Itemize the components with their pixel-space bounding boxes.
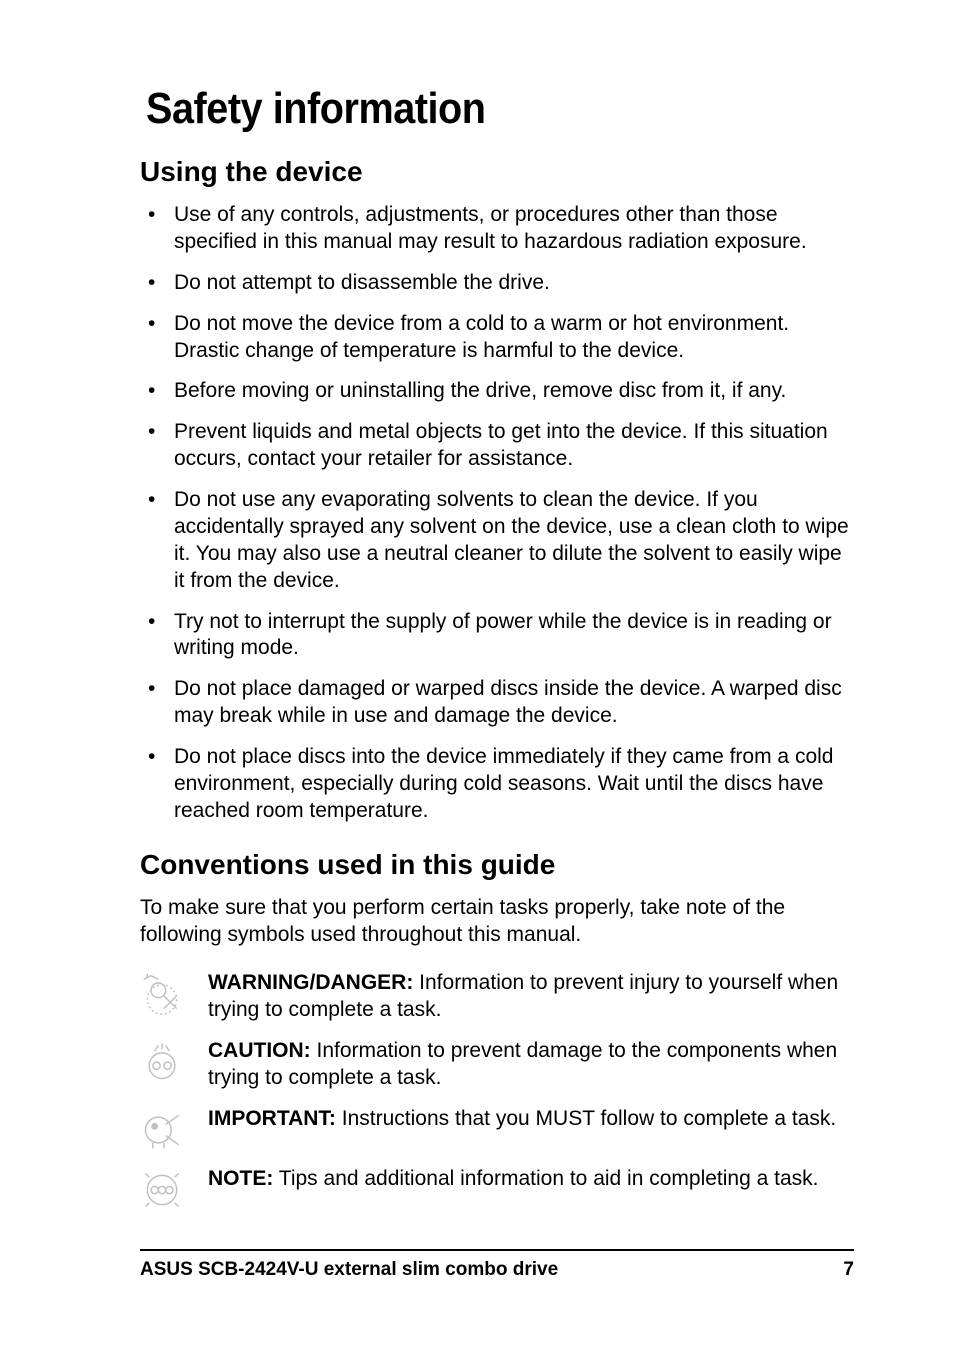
page: Safety information Using the device Use …: [0, 0, 954, 1351]
section-heading-using: Using the device: [140, 156, 854, 188]
footer-rule: [140, 1249, 854, 1251]
legend-text: WARNING/DANGER: Information to prevent i…: [198, 970, 854, 1024]
important-icon: [140, 1106, 198, 1152]
caution-icon: [140, 1038, 198, 1084]
bullet-list-using: Use of any controls, adjustments, or pro…: [140, 202, 854, 825]
list-item: Try not to interrupt the supply of power…: [140, 609, 854, 663]
legend-row-note: NOTE: Tips and additional information to…: [140, 1166, 854, 1212]
footer-product: ASUS SCB-2424V-U external slim combo dri…: [140, 1259, 558, 1281]
legend-text: CAUTION: Information to prevent damage t…: [198, 1038, 854, 1092]
legend-label: IMPORTANT:: [208, 1107, 336, 1130]
list-item: Do not place discs into the device immed…: [140, 744, 854, 825]
page-footer: ASUS SCB-2424V-U external slim combo dri…: [140, 1249, 854, 1281]
legend-desc: Instructions that you MUST follow to com…: [336, 1107, 836, 1130]
footer-row: ASUS SCB-2424V-U external slim combo dri…: [140, 1259, 854, 1281]
legend-row-caution: CAUTION: Information to prevent damage t…: [140, 1038, 854, 1092]
list-item: Prevent liquids and metal objects to get…: [140, 419, 854, 473]
list-item: Do not place damaged or warped discs ins…: [140, 676, 854, 730]
list-item: Do not move the device from a cold to a …: [140, 311, 854, 365]
legend-row-important: IMPORTANT: Instructions that you MUST fo…: [140, 1106, 854, 1152]
legend-text: IMPORTANT: Instructions that you MUST fo…: [198, 1106, 836, 1133]
legend-text: NOTE: Tips and additional information to…: [198, 1166, 818, 1193]
footer-page-number: 7: [843, 1259, 854, 1281]
conventions-intro: To make sure that you perform certain ta…: [140, 895, 854, 949]
page-title: Safety information: [146, 84, 783, 134]
note-icon: [140, 1166, 198, 1212]
list-item: Use of any controls, adjustments, or pro…: [140, 202, 854, 256]
list-item: Do not use any evaporating solvents to c…: [140, 487, 854, 595]
section-heading-conventions: Conventions used in this guide: [140, 849, 854, 881]
legend-desc: Tips and additional information to aid i…: [273, 1167, 818, 1190]
legend-label: NOTE:: [208, 1167, 273, 1190]
list-item: Before moving or uninstalling the drive,…: [140, 378, 854, 405]
legend-label: WARNING/DANGER:: [208, 971, 413, 994]
legend-row-warning: WARNING/DANGER: Information to prevent i…: [140, 970, 854, 1024]
legend-label: CAUTION:: [208, 1039, 311, 1062]
warning-icon: [140, 970, 198, 1016]
list-item: Do not attempt to disassemble the drive.: [140, 270, 854, 297]
